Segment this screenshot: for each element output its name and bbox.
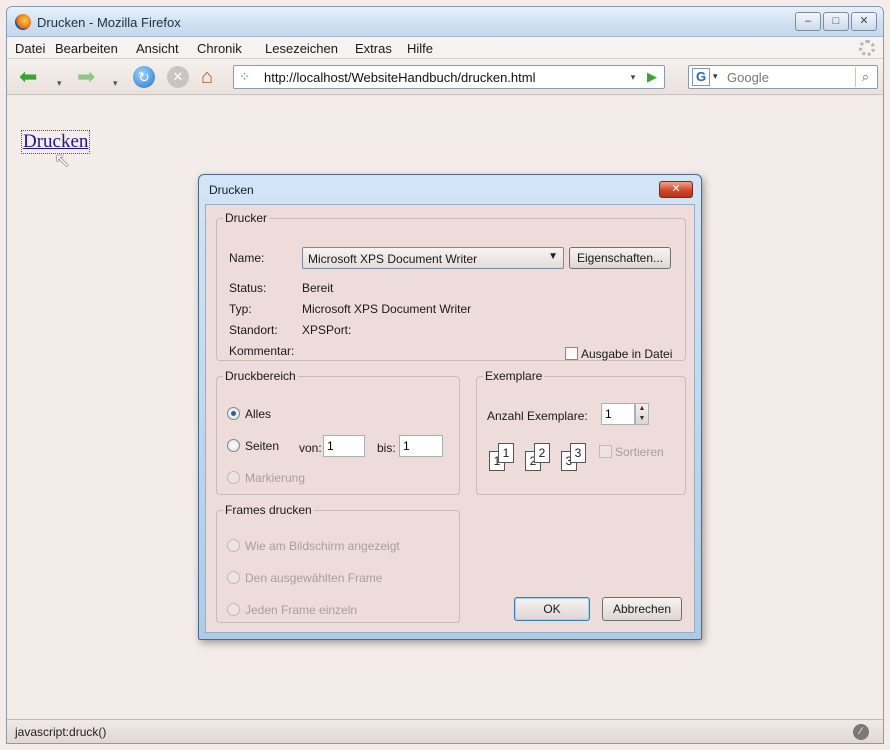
frames-selected-label: Den ausgewählten Frame [245,571,383,585]
search-bar[interactable]: G ▾ ⌕ [688,65,878,89]
window-controls: – □ ✕ [795,12,877,31]
printer-type-value: Microsoft XPS Document Writer [302,302,472,316]
frames-each-label: Jeden Frame einzeln [245,603,358,617]
back-arrow-icon[interactable]: ⬅ [19,66,37,88]
range-from-input[interactable] [323,435,365,457]
dialog-close-button[interactable]: ✕ [659,181,693,198]
status-text: javascript:druck() [15,725,107,739]
status-info-icon[interactable]: ∕ [853,724,869,740]
page-copy-icon: 1 [498,443,514,463]
mouse-cursor-icon: ↖ [54,150,71,172]
minimize-button[interactable]: – [795,12,821,31]
copies-group: Exemplare Anzahl Exemplare: ▲▼ 1 1 2 2 3… [476,369,686,495]
page-copy-icon: 3 [570,443,586,463]
copies-count-input[interactable] [601,403,635,425]
close-button[interactable]: ✕ [851,12,877,31]
menu-chronik[interactable]: Chronik [197,41,242,56]
home-icon[interactable]: ⌂ [201,66,213,88]
print-dialog: Drucken ✕ Drucker Name: Microsoft XPS Do… [198,174,702,640]
print-to-file-checkbox[interactable] [565,347,578,360]
copies-count-label: Anzahl Exemplare: [487,409,588,423]
menu-lesezeichen[interactable]: Lesezeichen [265,41,338,56]
collate-label: Sortieren [615,445,664,459]
printer-name-select[interactable]: Microsoft XPS Document Writer ▼ [302,247,564,269]
copies-spinner[interactable]: ▲ ▼ [635,403,649,425]
frames-each-radio[interactable] [227,603,240,616]
back-history-dropdown-icon[interactable]: ▾ [57,72,62,94]
stop-icon[interactable]: ✕ [167,66,189,88]
printer-status-label: Status: [229,281,267,295]
menu-bearbeiten[interactable]: Bearbeiten [55,41,118,56]
range-from-label: von: [299,441,322,455]
range-all-radio[interactable] [227,407,240,420]
navigation-toolbar: ⬅ ▾ ➡ ▾ ↻ ✕ ⌂ ⁘ http://localhost/Website… [7,59,883,95]
range-pages-label: Seiten [245,439,280,453]
print-range-legend: Druckbereich [225,369,296,383]
printer-group: Drucker Name: Microsoft XPS Document Wri… [216,211,686,361]
ok-button[interactable]: OK [514,597,590,621]
printer-name-value: Microsoft XPS Document Writer [308,252,478,266]
google-engine-icon[interactable]: G [692,68,710,86]
range-all-label: Alles [245,407,272,421]
title-bar: Drucken - Mozilla Firefox – □ ✕ [7,7,883,37]
copies-legend: Exemplare [485,369,543,383]
forward-history-dropdown-icon[interactable]: ▾ [113,72,118,94]
printer-group-legend: Drucker [225,211,268,225]
printer-location-label: Standort: [229,323,278,337]
frames-selected-radio[interactable] [227,571,240,584]
dialog-body: Drucker Name: Microsoft XPS Document Wri… [205,204,695,633]
status-bar: javascript:druck() ∕ [7,719,883,743]
range-selection-radio[interactable] [227,471,240,484]
frames-as-shown-radio[interactable] [227,539,240,552]
forward-arrow-icon[interactable]: ➡ [77,66,95,88]
address-bar[interactable]: ⁘ http://localhost/WebsiteHandbuch/druck… [233,65,665,89]
menu-bar: Datei Bearbeiten Ansicht Chronik Lesezei… [7,37,883,59]
menu-extras[interactable]: Extras [355,41,392,56]
range-to-label: bis: [377,441,396,455]
menu-ansicht[interactable]: Ansicht [136,41,179,56]
url-text[interactable]: http://localhost/WebsiteHandbuch/drucken… [264,70,535,85]
search-input[interactable] [727,68,847,86]
frames-as-shown-label: Wie am Bildschirm angezeigt [245,539,400,553]
window-title: Drucken - Mozilla Firefox [37,15,181,30]
cancel-button[interactable]: Abbrechen [602,597,682,621]
search-engine-dropdown-icon[interactable]: ▾ [713,71,718,82]
maximize-button[interactable]: □ [823,12,849,31]
reload-icon[interactable]: ↻ [133,66,155,88]
firefox-logo-icon [15,14,31,30]
url-history-dropdown-icon[interactable]: ▾ [626,69,640,85]
go-arrow-icon[interactable]: ▶ [643,68,661,86]
activity-throbber-icon [859,40,875,56]
range-selection-label: Markierung [245,471,306,485]
print-range-group: Druckbereich Alles Seiten von: bis: Mark… [216,369,460,495]
print-to-file-label: Ausgabe in Datei [581,347,673,361]
printer-name-label: Name: [229,251,265,265]
dialog-title: Drucken [209,183,254,197]
printer-type-label: Typ: [229,302,252,316]
frames-group: Frames drucken Wie am Bildschirm angezei… [216,503,460,623]
printer-location-value: XPSPort: [302,323,352,337]
page-copy-icon: 2 [534,443,550,463]
range-pages-radio[interactable] [227,439,240,452]
printer-comment-label: Kommentar: [229,344,295,358]
site-favicon-icon: ⁘ [239,69,250,84]
frames-legend: Frames drucken [225,503,312,517]
chevron-down-icon: ▼ [548,251,558,262]
menu-datei[interactable]: Datei [15,41,45,56]
search-icon[interactable]: ⌕ [855,67,875,87]
printer-status-value: Bereit [302,281,334,295]
range-to-input[interactable] [399,435,443,457]
properties-button[interactable]: Eigenschaften... [569,247,671,269]
menu-hilfe[interactable]: Hilfe [407,41,433,56]
collate-checkbox[interactable] [599,445,612,458]
